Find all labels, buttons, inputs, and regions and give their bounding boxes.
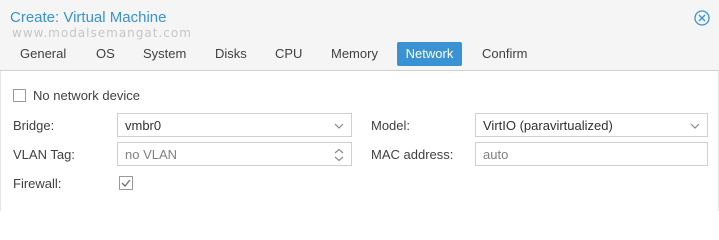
chevron-down-icon[interactable]: [333, 120, 345, 132]
tab-disks[interactable]: Disks: [207, 42, 255, 66]
tab-system[interactable]: System: [135, 42, 194, 66]
tab-memory[interactable]: Memory: [323, 42, 386, 66]
mac-address-label: MAC address:: [371, 147, 454, 162]
model-value: VirtIO (paravirtualized): [483, 118, 613, 133]
network-form-panel: No network device Bridge: vmbr0 VLAN Tag…: [0, 71, 719, 211]
model-label: Model:: [371, 118, 411, 133]
bridge-value: vmbr0: [125, 118, 162, 133]
tab-general[interactable]: General: [12, 42, 74, 66]
wizard-tabs: General OS System Disks CPU Memory Netwo…: [0, 36, 719, 70]
no-network-device-label: No network device: [33, 88, 140, 103]
tab-confirm[interactable]: Confirm: [474, 42, 536, 66]
vlan-tag-placeholder: no VLAN: [125, 147, 178, 162]
model-select[interactable]: VirtIO (paravirtualized): [475, 113, 708, 137]
tab-network[interactable]: Network: [397, 42, 462, 66]
chevron-down-icon[interactable]: [689, 120, 701, 132]
mac-address-placeholder: auto: [483, 147, 509, 162]
close-icon[interactable]: [694, 10, 710, 26]
mac-address-field[interactable]: auto: [475, 142, 708, 166]
dialog-title: Create: Virtual Machine: [10, 9, 167, 26]
vlan-tag-label: VLAN Tag:: [13, 147, 75, 162]
no-network-device-checkbox[interactable]: [13, 89, 26, 102]
vlan-tag-field[interactable]: no VLAN: [117, 142, 352, 166]
watermark-text: www.modalsemangat.com: [12, 26, 192, 40]
bridge-label: Bridge:: [13, 118, 55, 133]
firewall-label: Firewall:: [13, 176, 62, 191]
firewall-checkbox[interactable]: [119, 176, 133, 190]
bridge-select[interactable]: vmbr0: [117, 113, 352, 137]
spinner-arrows-icon[interactable]: [333, 148, 345, 162]
tab-cpu[interactable]: CPU: [267, 42, 310, 66]
tab-os[interactable]: OS: [88, 42, 123, 66]
